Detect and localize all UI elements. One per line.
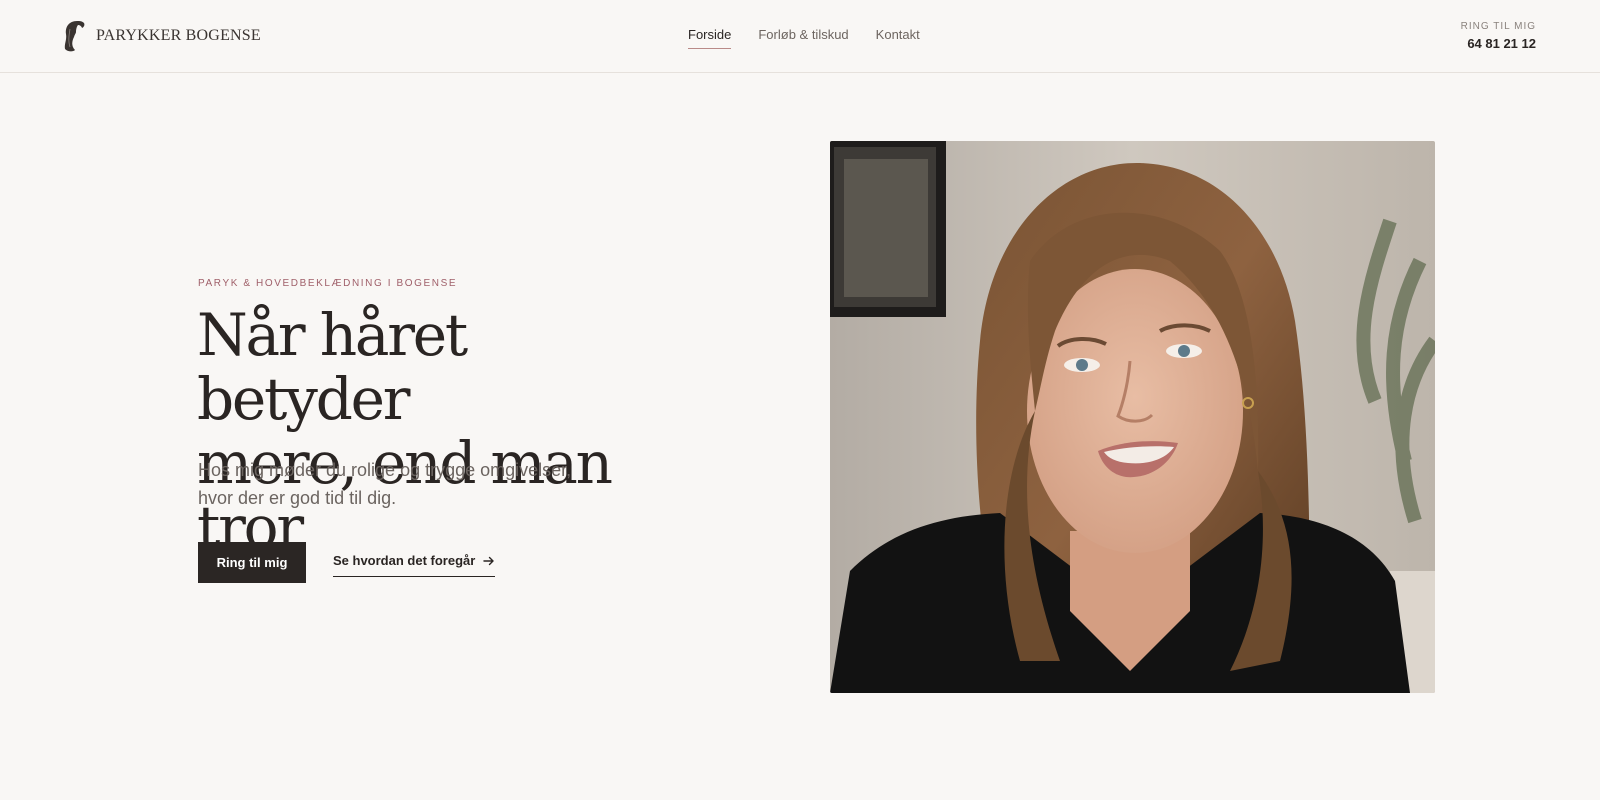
see-how-link[interactable]: Se hvordan det foregår xyxy=(333,553,496,577)
call-label: RING TIL MIG xyxy=(1460,21,1536,32)
nav-item-forside[interactable]: Forside xyxy=(688,27,732,49)
portrait-image xyxy=(830,141,1435,693)
call-me-button[interactable]: Ring til mig xyxy=(198,542,306,583)
lead-line-1: Hos mig møder du rolige og trygge omgive… xyxy=(198,460,572,480)
arrow-right-icon xyxy=(483,556,495,565)
hero-photo xyxy=(830,141,1435,693)
woman-profile-icon xyxy=(64,21,85,52)
brand-name: PARYKKER BOGENSE xyxy=(96,27,261,44)
nav-item-forloeb[interactable]: Forløb & tilskud xyxy=(758,27,848,49)
header-call: RING TIL MIG 64 81 21 12 xyxy=(1461,21,1536,51)
headline-line-1: Når håret betyder xyxy=(197,301,468,433)
nav-item-kontakt[interactable]: Kontakt xyxy=(876,27,920,49)
hero-eyebrow: PARYK & HOVEDBEKLÆDNING I BOGENSE xyxy=(198,278,458,289)
phone-link[interactable]: 64 81 21 12 xyxy=(1461,36,1536,51)
see-how-label: Se hvordan det foregår xyxy=(333,553,476,568)
site-header: PARYKKER BOGENSE Forside Forløb & tilsku… xyxy=(0,0,1600,73)
brand-logo[interactable]: PARYKKER BOGENSE xyxy=(62,19,261,53)
main-nav: Forside Forløb & tilskud Kontakt xyxy=(688,27,920,49)
lead-line-2: hvor der er god tid til dig. xyxy=(198,488,397,508)
hero-headline: Når håret betyder mere, end man tror xyxy=(197,303,677,559)
hero-lead: Hos mig møder du rolige og trygge omgive… xyxy=(198,456,618,512)
